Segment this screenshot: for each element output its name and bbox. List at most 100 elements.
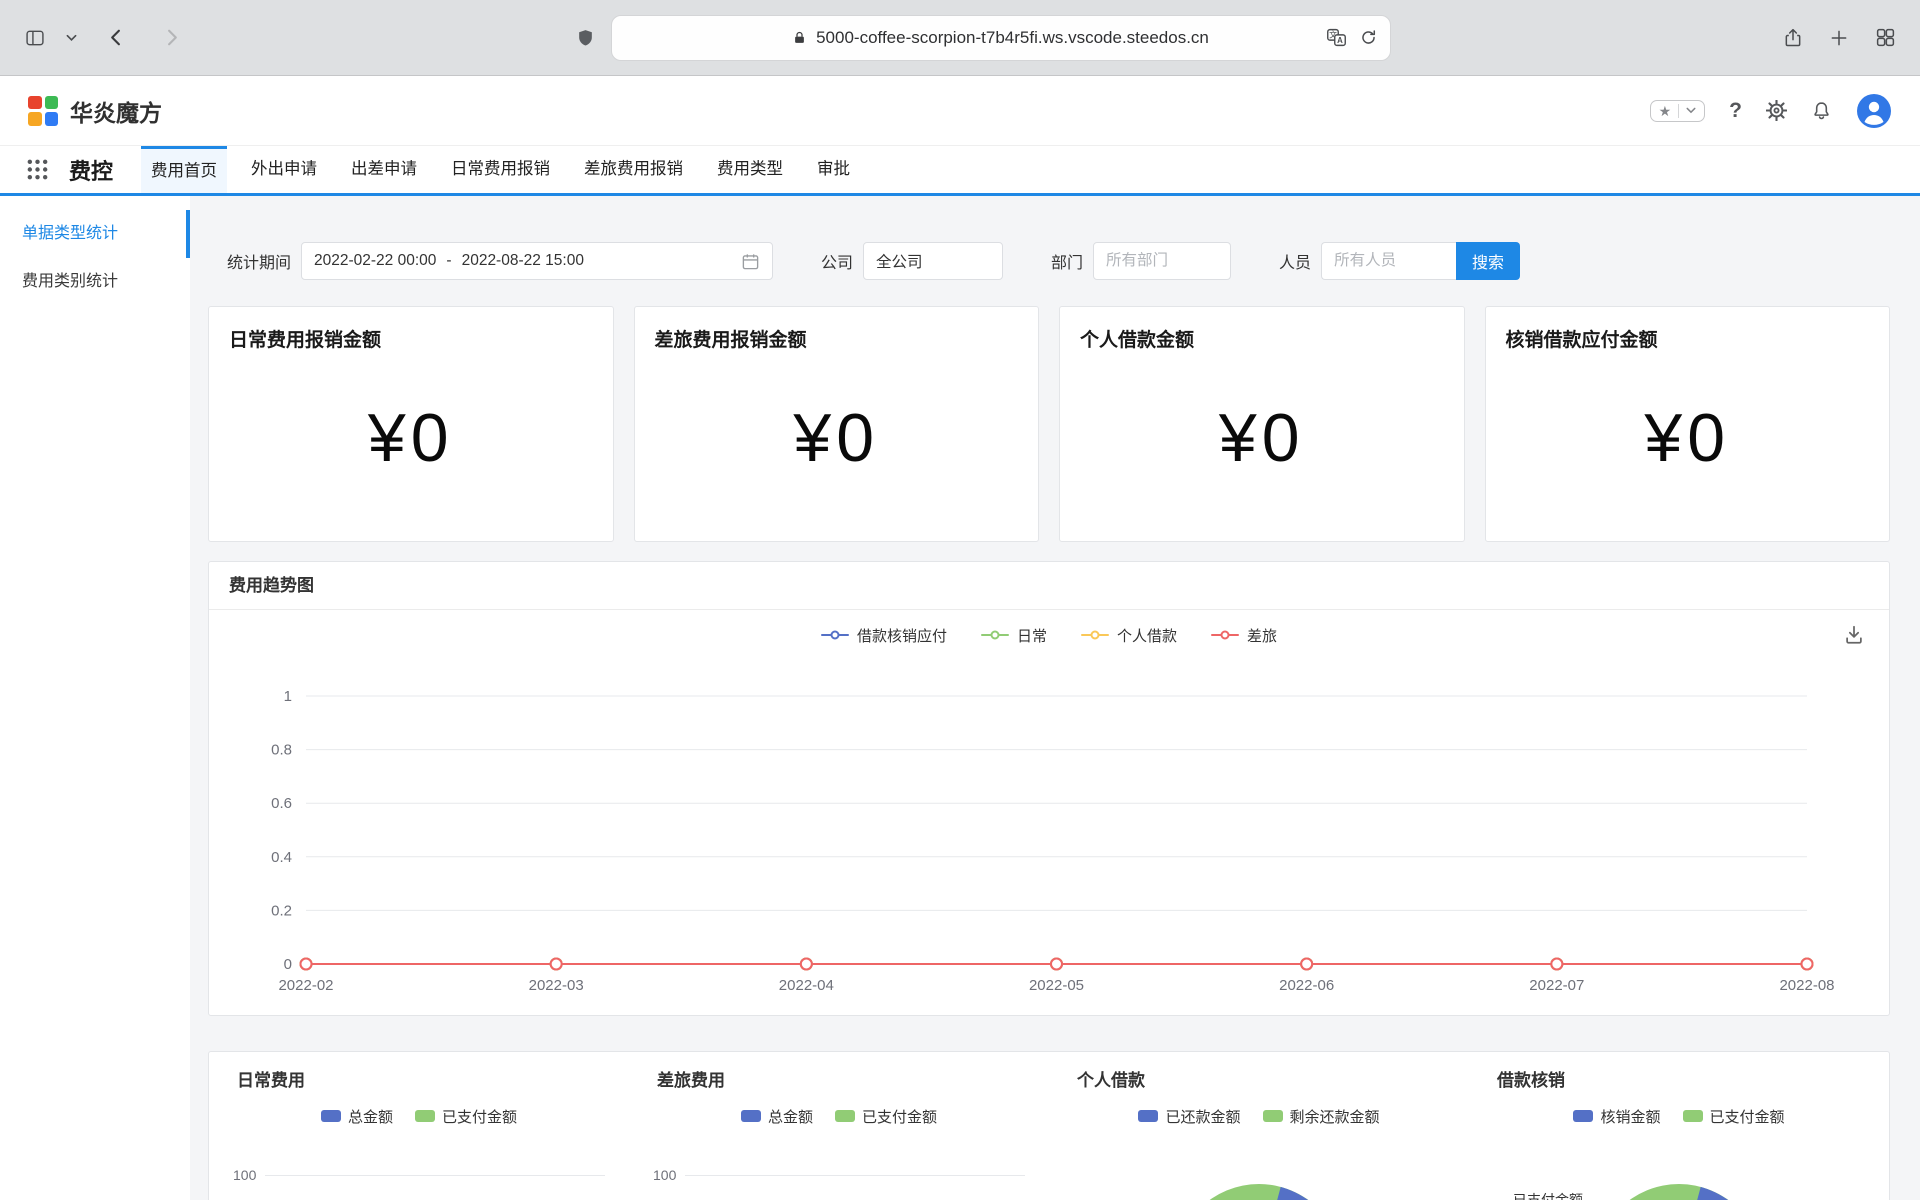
mini-chart-panel: 差旅费用总金额已支付金额 100 [629,1068,1049,1200]
legend-swatch-icon [1138,1110,1158,1122]
stat-card: 核销借款应付金额¥0 [1485,306,1891,542]
stat-card-title: 日常费用报销金额 [229,325,593,352]
stat-card: 差旅费用报销金额¥0 [634,306,1040,542]
new-tab-icon[interactable] [1829,28,1849,48]
pie-chart [1174,1183,1344,1200]
y-axis-tick: 100 [233,1167,256,1183]
svg-text:2022-03: 2022-03 [529,977,584,994]
nav-tab[interactable]: 日常费用报销 [441,146,560,193]
department-input[interactable] [1093,242,1231,280]
nav-tab[interactable]: 费用首页 [141,146,227,193]
legend-label: 差旅 [1247,625,1277,646]
nav-tab[interactable]: 外出申请 [241,146,327,193]
caret-down-icon [1686,107,1696,114]
sidebar-item[interactable]: 费用类别统计 [0,258,190,306]
stat-card-value: ¥0 [1506,352,1870,523]
main-area: 统计期间 2022-02-22 00:00 - 2022-08-22 15:00… [190,196,1920,1200]
date-separator: - [446,252,451,270]
trend-legend: 借款核销应付 日常 个人借款 差旅 [209,624,1889,646]
legend-item[interactable]: 个人借款 [1081,625,1177,646]
gridline [685,1175,1025,1176]
svg-text:0.2: 0.2 [271,902,292,919]
url-text: 5000-coffee-scorpion-t7b4r5fi.ws.vscode.… [816,28,1209,48]
svg-text:0.8: 0.8 [271,742,292,759]
stat-card-value: ¥0 [229,352,593,523]
y-axis-tick: 100 [653,1167,676,1183]
nav-tab[interactable]: 费用类型 [707,146,793,193]
trend-chart-plot: 00.20.40.60.812022-022022-032022-042022-… [209,666,1889,1004]
mini-chart-title: 差旅费用 [657,1068,1025,1094]
forward-button[interactable] [160,26,183,49]
download-chart-icon[interactable] [1843,624,1865,646]
back-button[interactable] [105,26,128,49]
company-input[interactable] [863,242,1003,280]
legend-marker-icon [1211,634,1239,636]
company-label: 公司 [821,249,853,273]
chevron-down-icon[interactable] [66,34,77,42]
legend-marker-icon [1081,634,1109,636]
address-bar[interactable]: 5000-coffee-scorpion-t7b4r5fi.ws.vscode.… [611,15,1391,61]
mini-chart-panel: 个人借款已还款金额剩余还款金额 [1049,1068,1469,1200]
legend-label: 日常 [1017,625,1047,646]
nav-tab[interactable]: 出差申请 [341,146,427,193]
nav-tabs: 费用首页外出申请出差申请日常费用报销差旅费用报销费用类型审批 [141,146,874,193]
brand-logo-icon[interactable] [28,96,58,126]
favorite-dropdown-button[interactable]: ★ [1650,100,1706,122]
svg-text:2022-07: 2022-07 [1529,977,1584,994]
legend-item[interactable]: 差旅 [1211,625,1277,646]
person-input[interactable] [1321,242,1456,280]
sidebar-toggle-icon[interactable] [24,28,46,48]
app-nav-bar: 费控 费用首页外出申请出差申请日常费用报销差旅费用报销费用类型审批 [0,146,1920,196]
share-icon[interactable] [1783,27,1803,49]
mini-legend: 已还款金额剩余还款金额 [1073,1108,1445,1124]
mini-axis-row: 100 [233,1167,605,1183]
mini-chart-title: 日常费用 [237,1068,605,1094]
legend-marker-icon [821,634,849,636]
svg-text:0.6: 0.6 [271,795,292,812]
stat-card: 日常费用报销金额¥0 [208,306,614,542]
tab-overview-icon[interactable] [1875,27,1896,48]
gridline [265,1175,605,1176]
reload-icon[interactable] [1359,28,1378,47]
person-label: 人员 [1279,249,1311,273]
calendar-icon[interactable] [741,252,760,271]
lock-icon [792,29,807,46]
legend-item[interactable]: 借款核销应付 [821,625,947,646]
help-icon[interactable]: ? [1729,99,1742,123]
settings-gear-icon[interactable] [1766,100,1787,121]
mini-legend: 总金额已支付金额 [653,1108,1025,1124]
mini-chart-body: 100 [653,1124,1025,1200]
mini-chart-body: 100 [233,1124,605,1200]
user-avatar[interactable] [1856,93,1892,129]
stat-card-value: ¥0 [1080,352,1444,523]
content: 单据类型统计费用类别统计 统计期间 2022-02-22 00:00 - 202… [0,196,1920,1200]
nav-tab[interactable]: 审批 [807,146,860,193]
app-launcher-icon[interactable] [26,158,49,181]
stat-card-title: 个人借款金额 [1080,325,1444,352]
mini-chart-body: 已支付金额 [1493,1124,1865,1200]
date-from: 2022-02-22 00:00 [314,252,436,270]
legend-label: 借款核销应付 [857,625,947,646]
stat-card-title: 差旅费用报销金额 [655,325,1019,352]
svg-text:A: A [1337,36,1343,45]
stat-card-value: ¥0 [655,352,1019,523]
pie-chart [1594,1183,1764,1200]
translate-icon[interactable]: 文A [1326,27,1347,48]
date-range-picker[interactable]: 2022-02-22 00:00 - 2022-08-22 15:00 [301,242,773,280]
svg-text:2022-06: 2022-06 [1279,977,1334,994]
privacy-shield-icon[interactable] [576,27,595,49]
mini-charts: 日常费用总金额已支付金额100 差旅费用总金额已支付金额 100 个人借款已还款金额剩… [208,1051,1890,1200]
mini-chart-body [1073,1124,1445,1200]
notifications-bell-icon[interactable] [1811,100,1832,121]
legend-swatch-icon [1263,1110,1283,1122]
legend-swatch-icon [741,1110,761,1122]
mini-chart-panel: 日常费用总金额已支付金额100 [209,1068,629,1200]
trend-chart-card: 费用趋势图 借款核销应付日常个人借款差旅 00.20.40.60.812022-… [208,561,1890,1016]
search-button[interactable]: 搜索 [1456,242,1520,280]
sidebar-item[interactable]: 单据类型统计 [0,210,190,258]
left-sidebar: 单据类型统计费用类别统计 [0,196,190,1200]
brand-name[interactable]: 华炎魔方 [70,94,162,128]
nav-tab[interactable]: 差旅费用报销 [574,146,693,193]
star-icon: ★ [1659,104,1672,118]
legend-item[interactable]: 日常 [981,625,1047,646]
